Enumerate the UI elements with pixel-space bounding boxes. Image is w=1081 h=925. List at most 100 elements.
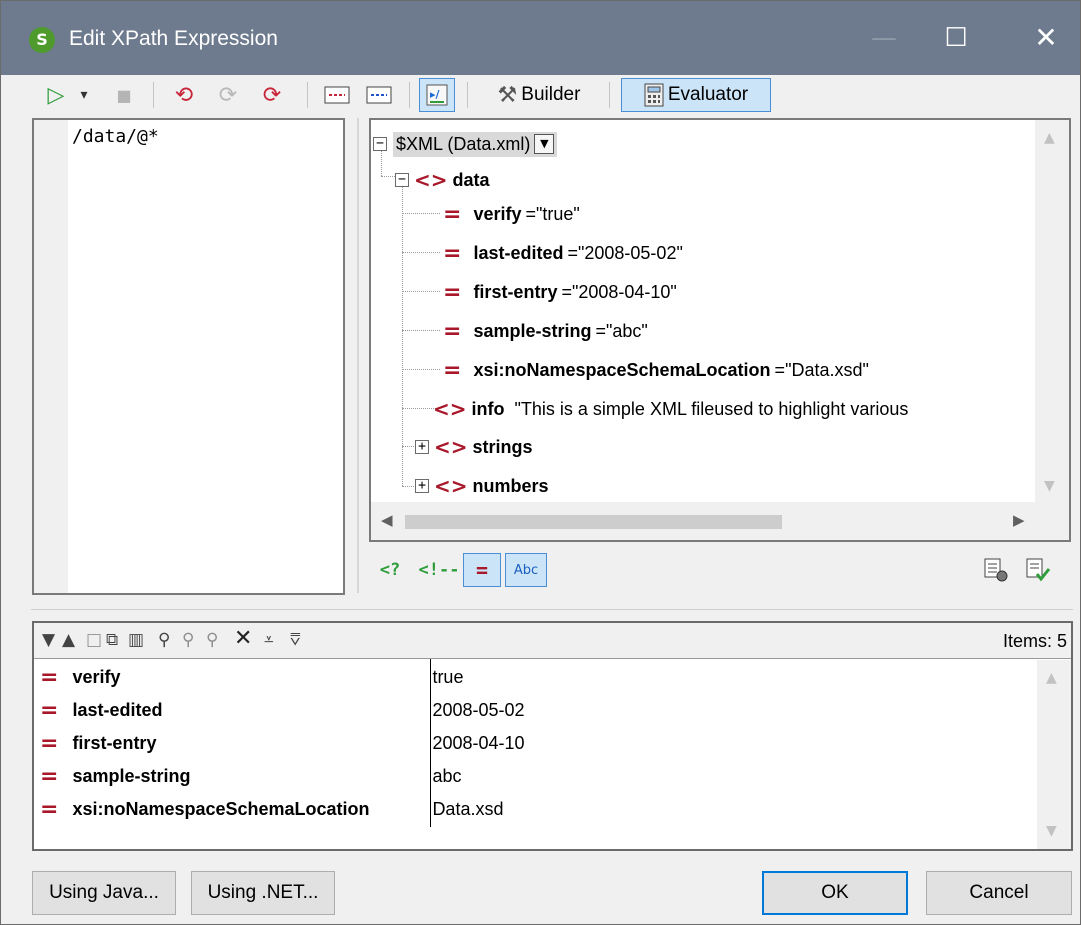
processing-instruction-filter-button[interactable]: <? (375, 553, 405, 587)
scroll-down-icon[interactable]: ▼ (1046, 823, 1057, 839)
clear-results-icon[interactable]: ✕ (234, 626, 252, 651)
toolbar-separator (467, 82, 468, 108)
tree-connector (402, 369, 440, 370)
attribute-eq: = (774, 359, 786, 380)
expand-toggle[interactable]: + (415, 440, 429, 454)
element-name: strings (472, 436, 533, 457)
attribute-icon: = (443, 318, 462, 344)
text-filter-button[interactable]: Abc (505, 553, 547, 587)
validate-results-icon[interactable] (1021, 553, 1055, 587)
maximize-button[interactable]: ☐ (916, 1, 996, 75)
result-row[interactable]: = verify true (34, 661, 1034, 693)
find-icon[interactable]: ⚲ (158, 630, 170, 650)
result-row[interactable]: = sample-string abc (34, 760, 1034, 792)
source-selector[interactable]: $XML (Data.xml) ▼ (393, 131, 558, 157)
stop-icon[interactable]: ■ (111, 78, 137, 112)
xml-tree-view[interactable]: − $XML (Data.xml) ▼ − <> data = verify =… (369, 118, 1071, 542)
vertical-splitter[interactable] (357, 118, 359, 593)
result-row[interactable]: = xsi:noNamespaceSchemaLocation Data.xsd (34, 793, 1034, 825)
tree-row-attribute[interactable]: = last-edited = "2008-05-02" (443, 235, 683, 271)
step-into-icon[interactable]: ⟲ (165, 78, 203, 112)
using-net-button[interactable]: Using .NET... (191, 871, 335, 915)
tree-connector (402, 330, 440, 331)
source-dropdown-icon[interactable]: ▼ (534, 134, 555, 154)
column-divider[interactable] (430, 659, 431, 827)
element-value: "This is a simple XML fileused to highli… (514, 398, 909, 419)
window-title: Edit XPath Expression (69, 27, 278, 50)
element-name: data (452, 169, 490, 190)
collapse-all-icon[interactable]: ⩡ (264, 630, 274, 650)
result-name: verify (72, 666, 121, 687)
tree-row-attribute[interactable]: = first-entry = "2008-04-10" (443, 274, 677, 310)
scroll-down-icon[interactable]: ▼ (1044, 478, 1055, 494)
result-row[interactable]: = last-edited 2008-05-02 (34, 694, 1034, 726)
xpath-expression-text[interactable]: /data/@* (72, 126, 159, 147)
run-icon[interactable]: ▷ (41, 78, 71, 112)
results-panel: ▼ ▲ □ ⧉ ▥ ⚲ ⚲ ⚲ ✕ ⩡ ⩢ Items: 5 = verify … (32, 621, 1073, 851)
tree-row-data-element[interactable]: − <> data (395, 162, 490, 198)
scroll-right-icon[interactable]: ▶ (1013, 511, 1025, 529)
tree-row-attribute[interactable]: = sample-string = "abc" (443, 313, 648, 349)
columns-icon[interactable]: ▥ (128, 630, 144, 650)
builder-label: Builder (521, 84, 581, 105)
tree-vertical-scrollbar[interactable]: ▲ ▼ (1035, 120, 1069, 502)
insert-comment-icon[interactable] (319, 78, 355, 112)
builder-button[interactable]: ⚒ Builder (477, 78, 601, 112)
tree-horizontal-scrollbar[interactable]: ◀ ▶ (371, 502, 1069, 540)
tree-row-info-element[interactable]: <> info "This is a simple XML fileused t… (433, 391, 908, 427)
scroll-left-icon[interactable]: ◀ (381, 511, 393, 529)
result-row[interactable]: = first-entry 2008-04-10 (34, 727, 1034, 759)
element-icon: <> (433, 397, 467, 421)
previous-result-icon[interactable]: ▲ (62, 630, 75, 650)
result-value: 2008-04-10 (432, 732, 525, 753)
expand-all-icon[interactable]: ⩢ (290, 630, 300, 650)
source-label: $XML (Data.xml) (396, 133, 531, 154)
remove-comment-icon[interactable] (361, 78, 397, 112)
next-result-icon[interactable]: ▼ (42, 630, 55, 650)
attribute-value: "Data.xsd" (785, 359, 869, 380)
comment-filter-button[interactable]: <!-- (417, 553, 461, 587)
scroll-up-icon[interactable]: ▲ (1044, 130, 1055, 146)
tree-row-numbers-element[interactable]: + <> numbers (415, 468, 549, 504)
attribute-value: "abc" (605, 320, 648, 341)
results-vertical-scrollbar[interactable]: ▲ ▼ (1037, 660, 1071, 849)
horizontal-splitter[interactable] (31, 609, 1073, 610)
step-over-icon[interactable]: ⟳ (209, 78, 247, 112)
result-value: abc (432, 765, 462, 786)
element-icon: <> (414, 168, 448, 192)
expand-toggle[interactable]: + (415, 479, 429, 493)
title-bar[interactable]: S Edit XPath Expression — ☐ ✕ (1, 1, 1080, 75)
tree-row-attribute[interactable]: = xsi:noNamespaceSchemaLocation = "Data.… (443, 352, 869, 388)
close-button[interactable]: ✕ (1006, 1, 1081, 75)
attribute-filter-button[interactable]: = (463, 553, 501, 587)
find-next-icon[interactable]: ⚲ (206, 630, 218, 650)
using-java-button[interactable]: Using Java... (32, 871, 176, 915)
evaluator-button[interactable]: Evaluator (621, 78, 771, 112)
minimize-button[interactable]: — (844, 1, 924, 75)
collapse-toggle[interactable]: − (373, 137, 387, 151)
tree-row-strings-element[interactable]: + <> strings (415, 429, 533, 465)
attribute-icon: = (443, 240, 462, 266)
scroll-up-icon[interactable]: ▲ (1046, 670, 1057, 686)
element-icon: <> (434, 435, 468, 459)
tree-row-attribute[interactable]: = verify = "true" (443, 196, 580, 232)
scroll-thumb[interactable] (405, 515, 782, 529)
find-previous-icon[interactable]: ⚲ (182, 630, 194, 650)
step-out-icon[interactable]: ⟳ (253, 78, 291, 112)
copy-line-icon[interactable]: □ (86, 630, 102, 650)
tree-connector (402, 186, 403, 486)
run-options-dropdown-icon[interactable]: ▾ (75, 78, 93, 112)
cancel-button[interactable]: Cancel (926, 871, 1072, 915)
attribute-eq: = (561, 281, 572, 302)
ok-button[interactable]: OK (762, 871, 908, 915)
attribute-value: "2008-04-10" (571, 281, 677, 302)
copy-results-icon[interactable] (979, 553, 1013, 587)
result-name: xsi:noNamespaceSchemaLocation (72, 798, 370, 819)
attribute-icon: = (40, 697, 59, 723)
collapse-toggle[interactable]: − (395, 173, 409, 187)
result-name: first-entry (72, 732, 157, 753)
toolbar-separator (409, 82, 410, 108)
xpath-wrap-toggle[interactable]: ▸/ (419, 78, 455, 112)
xpath-expression-editor[interactable]: /data/@* (32, 118, 345, 595)
copy-all-icon[interactable]: ⧉ (106, 630, 118, 650)
